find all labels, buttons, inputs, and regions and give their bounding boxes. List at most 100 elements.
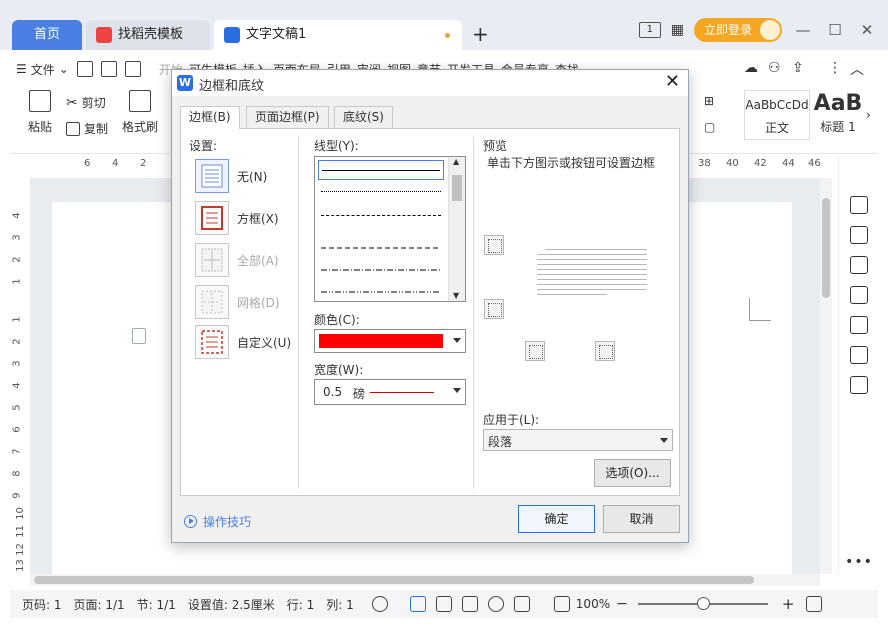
grid-apps-icon[interactable]: ▦: [671, 22, 684, 38]
color-swatch: [319, 334, 443, 348]
collapse-ribbon-icon[interactable]: ︿: [850, 59, 864, 79]
user-share-icon[interactable]: ⚇: [768, 60, 781, 76]
tab-shading[interactable]: 底纹(S): [334, 106, 393, 128]
paragraph-icon[interactable]: [132, 328, 146, 344]
setting-none[interactable]: 无(N): [195, 159, 267, 193]
left-border-toggle[interactable]: [525, 341, 545, 361]
scroll-thumb[interactable]: [452, 175, 462, 201]
pen-icon[interactable]: [849, 226, 868, 244]
chevron-down-icon: ⌄: [58, 62, 69, 76]
more-dots-icon[interactable]: •••: [839, 554, 879, 570]
cut-button[interactable]: ✂ 剪切: [66, 94, 106, 111]
cancel-button[interactable]: 取消: [603, 505, 680, 533]
preview-hint: 单击下方图示或按钮可设置边框: [487, 156, 656, 170]
width-value: 0.5: [323, 385, 343, 399]
lightning-icon[interactable]: [849, 346, 868, 364]
fullscreen-icon[interactable]: [806, 596, 823, 612]
zoom-value[interactable]: 100%: [576, 597, 610, 611]
dialog-titlebar[interactable]: W 边框和底纹 ✕: [172, 70, 688, 96]
options-button[interactable]: 选项(O)...: [594, 459, 671, 487]
status-section: 节: 1/1: [136, 597, 176, 612]
eye-icon[interactable]: [371, 596, 388, 612]
line-style-solid[interactable]: [318, 160, 444, 180]
tab-page-border[interactable]: 页面边框(P): [246, 106, 329, 128]
horizontal-scrollbar[interactable]: [30, 574, 820, 586]
width-label: 宽度(W):: [314, 363, 364, 377]
line-style-list[interactable]: ▲ ▼: [314, 156, 466, 302]
page-view-icon[interactable]: [409, 596, 426, 612]
close-window-button[interactable]: ✕: [856, 21, 878, 39]
copy-button[interactable]: 复制: [66, 120, 108, 137]
right-border-toggle[interactable]: [595, 341, 615, 361]
brush-icon: [129, 90, 151, 112]
style-heading1[interactable]: AaB 标题 1: [810, 90, 866, 140]
tab-borders[interactable]: 边框(B): [180, 106, 240, 129]
book-search-icon[interactable]: [849, 376, 868, 394]
paste-button[interactable]: 粘贴: [22, 90, 58, 135]
tab-template[interactable]: 找稻壳模板: [86, 20, 210, 50]
zoom-out-button[interactable]: −: [616, 596, 628, 612]
apply-to-select[interactable]: 段落: [483, 429, 673, 451]
tab-home[interactable]: 首页: [12, 20, 82, 50]
scroll-down-icon[interactable]: ▼: [453, 291, 459, 300]
ruler-tick: 2: [11, 256, 23, 263]
format-painter-button[interactable]: 格式刷: [120, 90, 160, 135]
file-menu[interactable]: ☰ 文件 ⌄: [16, 61, 69, 78]
new-tab-button[interactable]: +: [472, 22, 489, 46]
line-style-dotted[interactable]: [321, 191, 441, 192]
export-icon[interactable]: [100, 61, 117, 77]
page-badge-icon[interactable]: 1: [638, 22, 661, 38]
scroll-thumb[interactable]: [34, 576, 754, 584]
share-icon[interactable]: ⇪: [792, 60, 804, 76]
width-select[interactable]: 0.5 磅: [314, 379, 466, 405]
login-label: 立即登录: [703, 23, 752, 37]
width-unit: 磅: [353, 387, 366, 401]
scroll-up-icon[interactable]: ▲: [453, 157, 459, 166]
tips-link[interactable]: 操作技巧: [184, 513, 251, 530]
bottom-border-toggle[interactable]: [484, 299, 504, 319]
style-normal[interactable]: AaBbCcDd 正文: [744, 90, 810, 140]
read-view-icon[interactable]: [461, 596, 478, 612]
ok-button[interactable]: 确定: [518, 505, 595, 533]
line-style-scrollbar[interactable]: ▲ ▼: [448, 157, 465, 301]
line-style-dashed[interactable]: [321, 215, 441, 216]
dialog-close-button[interactable]: ✕: [665, 71, 680, 92]
save-icon[interactable]: [76, 61, 93, 77]
top-border-toggle[interactable]: [484, 235, 504, 255]
scroll-thumb[interactable]: [822, 198, 830, 298]
zoom-slider[interactable]: [637, 597, 768, 610]
print-icon[interactable]: [124, 61, 141, 77]
minimize-button[interactable]: —: [792, 21, 814, 39]
maximize-button[interactable]: ☐: [824, 21, 846, 39]
setting-none-label: 无(N): [237, 169, 268, 184]
border-icon[interactable]: ⊞: [704, 94, 714, 108]
web-view-icon[interactable]: [487, 596, 504, 612]
chevron-right-icon[interactable]: ›: [866, 108, 871, 122]
docer-icon: [96, 27, 112, 43]
fit-icon[interactable]: [553, 596, 570, 612]
sliders-icon[interactable]: [849, 286, 868, 304]
ruler-tick: 2: [11, 338, 23, 345]
avatar: [760, 20, 780, 40]
style-normal-preview: AaBbCcDd: [745, 98, 809, 112]
zoom-in-button[interactable]: +: [782, 595, 795, 613]
shading-icon[interactable]: ▢: [704, 120, 715, 134]
zoom-knob[interactable]: [696, 597, 710, 610]
outline-view-icon[interactable]: [435, 596, 452, 612]
rocket-icon[interactable]: [849, 196, 868, 214]
tab-document[interactable]: 文字文稿1: [214, 20, 462, 50]
vertical-scrollbar[interactable]: [820, 178, 832, 574]
setting-custom[interactable]: 自定义(U): [195, 325, 291, 359]
image-icon[interactable]: [849, 316, 868, 334]
edit-icon[interactable]: [513, 596, 530, 612]
preview-area[interactable]: [537, 249, 647, 309]
ruler-tick: 38: [698, 158, 711, 169]
color-select[interactable]: [314, 329, 466, 353]
more-icon[interactable]: ⋮: [828, 60, 842, 76]
cloud-icon[interactable]: ☁: [744, 60, 758, 76]
setting-box[interactable]: 方框(X): [195, 201, 279, 235]
login-button[interactable]: 立即登录: [693, 18, 782, 42]
unsaved-dot: [445, 33, 450, 38]
setting-grid-label: 网格(D): [237, 295, 280, 310]
cursor-icon[interactable]: [849, 256, 868, 274]
